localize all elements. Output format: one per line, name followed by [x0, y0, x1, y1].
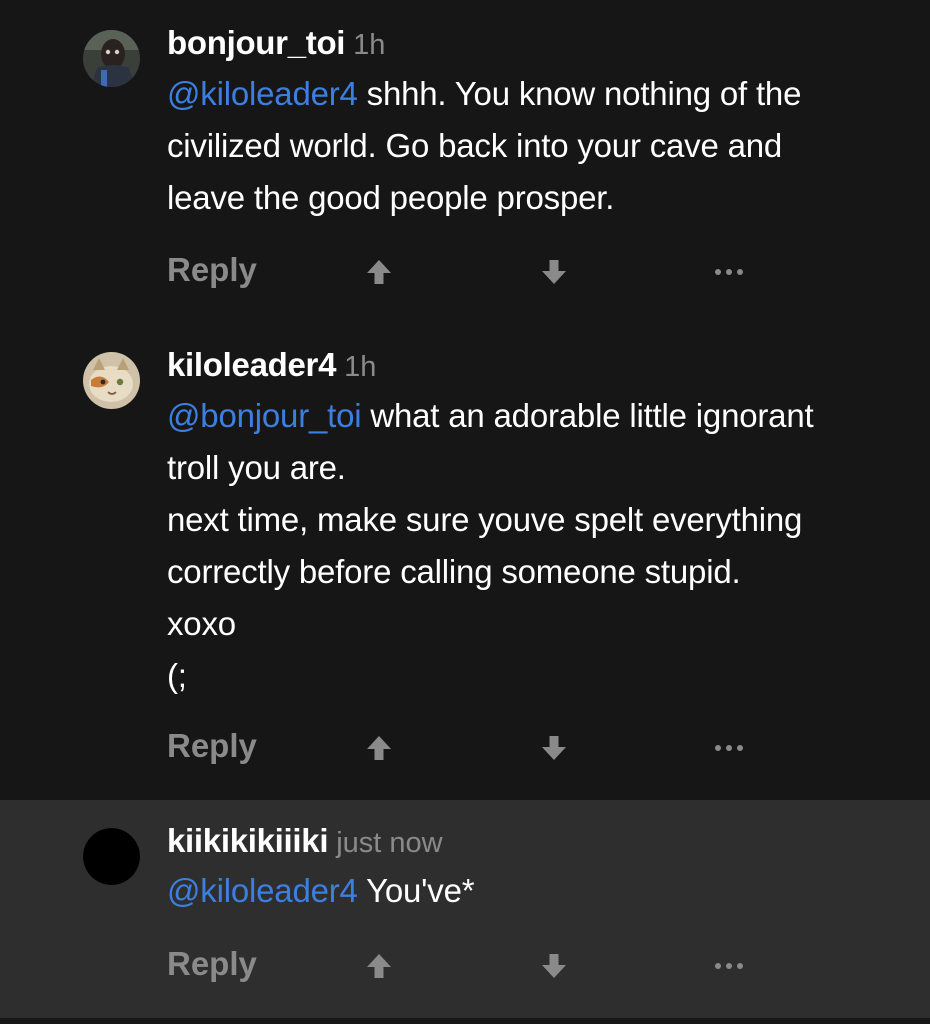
- more-options-icon[interactable]: [710, 729, 748, 767]
- reply-button[interactable]: Reply: [167, 253, 257, 286]
- timestamp: just now: [336, 827, 443, 859]
- arrow-up-icon[interactable]: [360, 729, 398, 767]
- comment-body: @kiloleader4 shhh. You know nothing of t…: [167, 68, 907, 224]
- comment-line: @bonjour_toi what an adorable little ign…: [167, 390, 907, 442]
- avatar[interactable]: [83, 30, 140, 87]
- comment: bonjour_toi 1h @kiloleader4 shhh. You kno…: [0, 0, 930, 330]
- comment-line: correctly before calling someone stupid.: [167, 553, 741, 590]
- more-options-icon[interactable]: [710, 947, 748, 985]
- divider: [0, 1018, 930, 1024]
- comment-line: next time, make sure youve spelt everyth…: [167, 501, 803, 538]
- comment-actions: Reply: [0, 723, 930, 773]
- comment-line: leave the good people prosper.: [167, 179, 615, 216]
- avatar[interactable]: [83, 352, 140, 409]
- reply-button[interactable]: Reply: [167, 729, 257, 762]
- comment-text: You've*: [357, 872, 475, 909]
- comment-header: kiikikikiiiki just now: [167, 824, 443, 858]
- comment-header: kiloleader4 1h: [167, 348, 376, 382]
- reply-button[interactable]: Reply: [167, 947, 257, 980]
- mention-link[interactable]: @bonjour_toi: [167, 397, 362, 434]
- comment: kiloleader4 1h @bonjour_toi what an adora…: [0, 330, 930, 800]
- comment-text: shhh. You know nothing of the: [357, 75, 802, 112]
- username[interactable]: kiloleader4: [167, 346, 336, 383]
- timestamp: 1h: [353, 29, 386, 61]
- comment-line: xoxo: [167, 605, 236, 642]
- arrow-up-icon[interactable]: [360, 253, 398, 291]
- avatar[interactable]: [83, 828, 140, 885]
- comment-line: @kiloleader4 shhh. You know nothing of t…: [167, 68, 907, 120]
- comment-thread: bonjour_toi 1h @kiloleader4 shhh. You kno…: [0, 0, 930, 1024]
- comment-line: (;: [167, 657, 187, 694]
- comment-line: civilized world. Go back into your cave …: [167, 127, 783, 164]
- comment-body: @kiloleader4 You've*: [167, 865, 907, 917]
- comment-header: bonjour_toi 1h: [167, 26, 385, 60]
- timestamp: 1h: [344, 351, 377, 383]
- comment-text: what an adorable little ignorant: [361, 397, 814, 434]
- arrow-down-icon[interactable]: [535, 253, 573, 291]
- mention-link[interactable]: @kiloleader4: [167, 75, 358, 112]
- arrow-down-icon[interactable]: [535, 947, 573, 985]
- comment-actions: Reply: [0, 247, 930, 297]
- arrow-down-icon[interactable]: [535, 729, 573, 767]
- comment-actions: Reply: [0, 941, 930, 991]
- mention-link[interactable]: @kiloleader4: [167, 872, 358, 909]
- comment-highlighted: kiikikikiiiki just now @kiloleader4 You'v…: [0, 800, 930, 1018]
- comment-line: @kiloleader4 You've*: [167, 865, 907, 917]
- more-options-icon[interactable]: [710, 253, 748, 291]
- username[interactable]: kiikikikiiiki: [167, 822, 329, 859]
- comment-body: @bonjour_toi what an adorable little ign…: [167, 390, 907, 702]
- username[interactable]: bonjour_toi: [167, 24, 345, 61]
- comment-line: troll you are.: [167, 449, 346, 486]
- arrow-up-icon[interactable]: [360, 947, 398, 985]
